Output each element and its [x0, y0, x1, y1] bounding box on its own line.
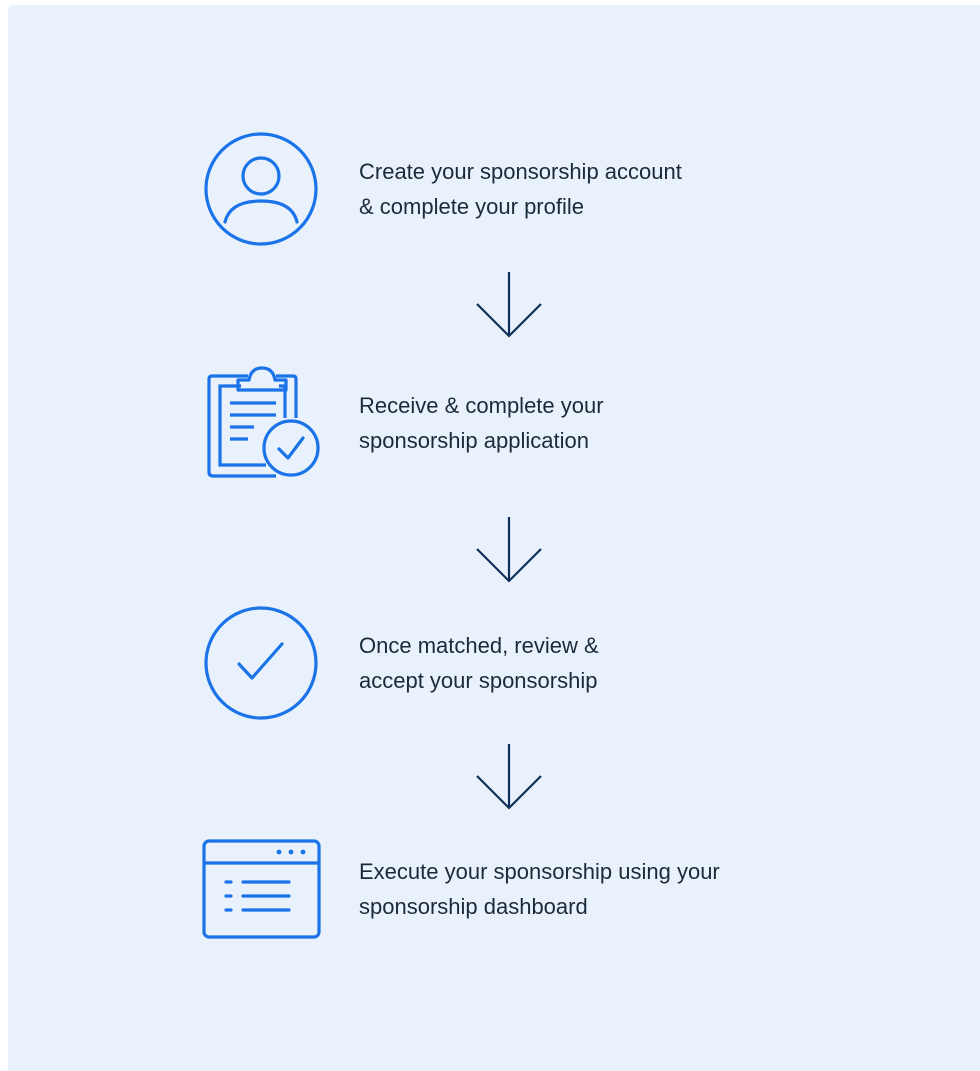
- user-profile-icon: [196, 124, 326, 254]
- check-circle-icon: [196, 598, 326, 728]
- step-execute-sponsorship: Execute your sponsorship using your spon…: [196, 824, 856, 954]
- step-text: Create your sponsorship account & comple…: [359, 154, 839, 224]
- step-text-line: & complete your profile: [359, 194, 584, 219]
- step-text: Execute your sponsorship using your spon…: [359, 854, 839, 924]
- step-text-line: accept your sponsorship: [359, 668, 598, 693]
- dashboard-window-icon: [196, 824, 326, 954]
- step-receive-application: Receive & complete your sponsorship appl…: [196, 358, 856, 488]
- step-text-line: Once matched, review &: [359, 633, 599, 658]
- step-create-account: Create your sponsorship account & comple…: [196, 124, 856, 254]
- clipboard-check-icon: [196, 358, 326, 488]
- process-panel: Create your sponsorship account & comple…: [8, 5, 980, 1071]
- arrow-down-icon: [474, 740, 544, 812]
- step-text-line: sponsorship dashboard: [359, 894, 588, 919]
- step-text: Receive & complete your sponsorship appl…: [359, 388, 839, 458]
- arrow-down-icon: [474, 268, 544, 340]
- arrow-down-icon: [474, 513, 544, 585]
- step-text-line: Receive & complete your: [359, 393, 604, 418]
- step-text-line: sponsorship application: [359, 428, 589, 453]
- step-text: Once matched, review & accept your spons…: [359, 628, 839, 698]
- step-text-line: Create your sponsorship account: [359, 159, 682, 184]
- step-accept-sponsorship: Once matched, review & accept your spons…: [196, 598, 856, 728]
- step-text-line: Execute your sponsorship using your: [359, 859, 720, 884]
